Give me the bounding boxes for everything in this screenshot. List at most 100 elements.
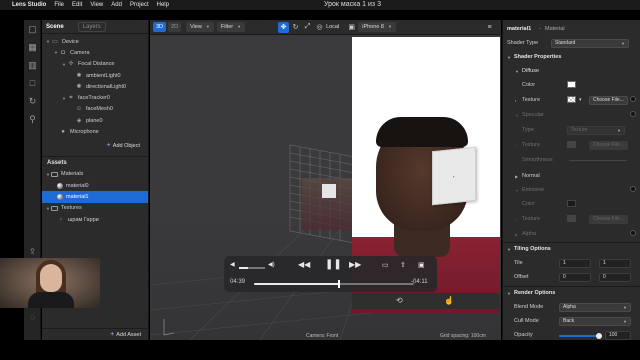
opacity-handle[interactable] bbox=[596, 333, 602, 339]
opacity-slider[interactable] bbox=[559, 333, 602, 339]
specular-texture-thumb[interactable] bbox=[567, 141, 576, 148]
diffuse-color-swatch[interactable] bbox=[567, 81, 576, 88]
help-icon[interactable] bbox=[630, 230, 636, 236]
cull-mode-select[interactable]: Back ▼ bbox=[559, 317, 631, 326]
fast-forward-icon[interactable]: ▶▶ bbox=[349, 260, 361, 269]
volume-icon[interactable]: ◀ bbox=[230, 261, 235, 268]
offset-x-input[interactable]: 0 bbox=[559, 273, 591, 282]
tree-item-plane[interactable]: ◈ plane0 bbox=[42, 115, 148, 126]
specular-type-select[interactable]: Texture ▼ bbox=[567, 126, 625, 135]
help-icon[interactable] bbox=[630, 111, 636, 117]
expand-arrow-icon[interactable]: ▶ bbox=[515, 174, 518, 179]
add-asset-button[interactable]: + Add Asset bbox=[110, 331, 141, 338]
shader-properties-header[interactable]: ▼ Shader Properties bbox=[503, 51, 640, 63]
panel-toggle-icon[interactable]: ▢ bbox=[24, 20, 41, 38]
layers-icon[interactable]: □ bbox=[24, 74, 41, 92]
scrub-handle[interactable] bbox=[337, 280, 340, 288]
emissive-texture-thumb[interactable] bbox=[567, 215, 576, 222]
asset-item-label: шрам Гарри bbox=[68, 216, 99, 223]
tree-item-directional-light[interactable]: ✺ directionalLight0 bbox=[42, 81, 148, 92]
help-icon[interactable] bbox=[630, 186, 636, 192]
grid-icon[interactable]: ▦ bbox=[24, 38, 41, 56]
specular-choose-file-button[interactable]: Choose File... bbox=[589, 141, 628, 150]
asset-item-material1[interactable]: material1 bbox=[42, 191, 148, 203]
tree-item-device[interactable]: ▼ ▭ Device bbox=[42, 36, 148, 47]
specular-header[interactable]: ▼ Specular bbox=[503, 109, 640, 121]
emissive-choose-file-button[interactable]: Choose File... bbox=[589, 215, 628, 224]
checkbox-icon[interactable]: ▪ bbox=[515, 143, 516, 148]
render-options-header[interactable]: ▼ Render Options bbox=[503, 287, 640, 299]
alpha-header[interactable]: ▶ Alpha bbox=[503, 228, 640, 240]
tiling-options-header[interactable]: ▼ Tiling Options bbox=[503, 243, 640, 255]
tile-y-input[interactable]: 1 bbox=[599, 259, 631, 268]
device-dropdown[interactable]: iPhone 8 ▼ bbox=[358, 22, 396, 32]
diffuse-header[interactable]: ▼ Diffuse bbox=[503, 65, 640, 77]
rotate-tool-icon[interactable]: ↻ bbox=[290, 22, 301, 33]
checkbox-icon[interactable]: ▪ bbox=[515, 98, 516, 103]
mode-3d-button[interactable]: 3D bbox=[153, 22, 167, 32]
share-icon[interactable]: ⇧ bbox=[400, 261, 406, 269]
volume-slider[interactable] bbox=[239, 267, 265, 269]
info-icon[interactable]: ◌ bbox=[24, 306, 41, 328]
tree-item-camera[interactable]: ▼ ◘ Camera bbox=[42, 47, 148, 58]
asset-item-texture[interactable]: ▫ шрам Гарри bbox=[42, 214, 148, 225]
smoothness-slider[interactable] bbox=[569, 160, 627, 161]
globe-icon[interactable]: ◎ bbox=[314, 22, 325, 33]
opacity-input[interactable]: 100 bbox=[605, 331, 631, 340]
tree-item-ambient-light[interactable]: ✺ ambientLight0 bbox=[42, 70, 148, 81]
expand-arrow-icon[interactable]: ▼ bbox=[515, 69, 519, 74]
camera-switch-icon[interactable]: ⟲ bbox=[396, 296, 403, 305]
normal-header[interactable]: ▶ Normal bbox=[503, 170, 640, 182]
scale-tool-icon[interactable]: ⤢ bbox=[302, 22, 313, 33]
filter-dropdown[interactable]: Filter ▼ bbox=[216, 22, 246, 32]
expand-arrow-icon[interactable]: ▼ bbox=[507, 55, 511, 60]
refresh-icon[interactable]: ↻ bbox=[24, 92, 41, 110]
expand-arrow-icon[interactable]: ▶ bbox=[515, 232, 518, 237]
emissive-header[interactable]: ▼ Emissive bbox=[503, 184, 640, 196]
tree-item-label: directionalLight0 bbox=[86, 83, 127, 90]
touch-icon[interactable]: ☝ bbox=[444, 296, 454, 305]
asset-item-textures[interactable]: ▼ Textures bbox=[42, 203, 148, 214]
help-icon[interactable] bbox=[630, 96, 636, 102]
airplay-icon[interactable]: ▭ bbox=[382, 261, 389, 269]
view-dropdown[interactable]: View ▼ bbox=[186, 22, 214, 32]
pip-icon[interactable]: ▣ bbox=[418, 261, 425, 269]
scrub-bar[interactable] bbox=[254, 280, 414, 288]
blend-mode-select[interactable]: Alpha ▼ bbox=[559, 303, 631, 312]
space-toggle[interactable]: Local bbox=[326, 22, 343, 32]
offset-y-input[interactable]: 0 bbox=[599, 273, 631, 282]
expand-arrow-icon[interactable]: ▼ bbox=[507, 247, 511, 252]
tree-item-face-tracker[interactable]: ▼ ⌗ faceTracker0 bbox=[42, 92, 148, 103]
diffuse-texture-thumb[interactable] bbox=[567, 96, 576, 103]
chevron-down-icon[interactable]: ▾ bbox=[579, 97, 582, 103]
specular-texture-row: ▪ Texture Choose File... bbox=[503, 139, 640, 151]
move-tool-icon[interactable]: ✥ bbox=[278, 21, 290, 33]
mode-2d-button[interactable]: 2D bbox=[168, 22, 182, 32]
tab-layers[interactable]: Layers bbox=[77, 21, 106, 32]
diffuse-choose-file-button[interactable]: Choose File... bbox=[589, 96, 628, 105]
checkbox-icon[interactable]: ▪ bbox=[515, 217, 516, 222]
emissive-color-swatch[interactable] bbox=[567, 200, 576, 207]
resources-icon[interactable]: ▥ bbox=[24, 56, 41, 74]
tree-item-focal-distance[interactable]: ▼ ✢ Focal Distance bbox=[42, 59, 148, 70]
asset-item-label: material1 bbox=[66, 193, 89, 200]
rewind-icon[interactable]: ◀◀ bbox=[298, 260, 310, 269]
search-icon[interactable]: ⚲ bbox=[24, 110, 41, 128]
asset-item-materials[interactable]: ▼ Materials bbox=[42, 169, 148, 180]
shader-type-select[interactable]: Standard ▼ bbox=[551, 39, 629, 48]
pause-icon[interactable]: ❚❚ bbox=[325, 259, 342, 270]
expand-arrow-icon[interactable]: ▼ bbox=[515, 188, 519, 193]
tree-item-microphone[interactable]: ● Microphone bbox=[42, 126, 148, 137]
add-object-button[interactable]: + Add Object bbox=[107, 142, 140, 149]
expand-arrow-icon[interactable]: ▼ bbox=[515, 113, 519, 118]
blend-mode-label: Blend Mode bbox=[514, 304, 544, 310]
chevron-down-icon: ▼ bbox=[617, 128, 621, 133]
tab-scene[interactable]: Scene bbox=[42, 20, 68, 34]
preview-icon[interactable]: ▣ bbox=[346, 22, 357, 33]
menu-icon[interactable]: ≡ bbox=[484, 22, 495, 33]
volume-max-icon[interactable]: ◀) bbox=[268, 261, 275, 268]
tree-item-face-mesh[interactable]: ☺ faceMesh0 bbox=[42, 104, 148, 115]
asset-item-material0[interactable]: material0 bbox=[42, 180, 148, 191]
tile-x-input[interactable]: 1 bbox=[559, 259, 591, 268]
expand-arrow-icon[interactable]: ▼ bbox=[507, 291, 511, 296]
